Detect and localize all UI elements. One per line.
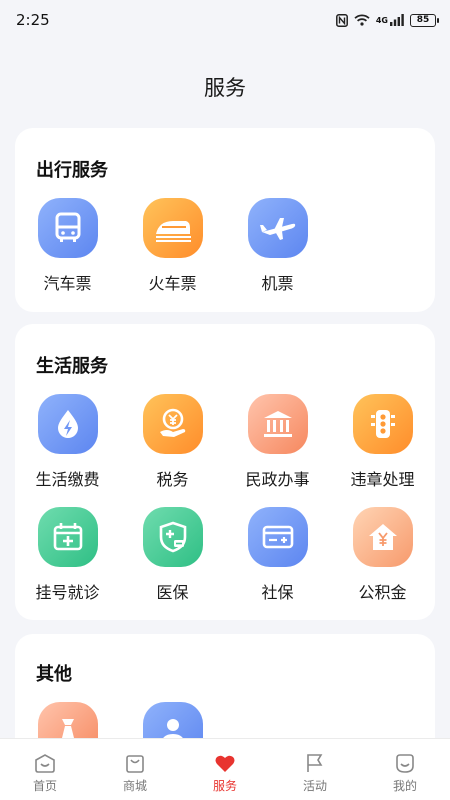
service-social-security[interactable]: 社保 bbox=[225, 507, 330, 603]
tab-mall[interactable]: 商城 bbox=[90, 739, 180, 800]
water-bolt-icon bbox=[37, 394, 98, 454]
section-title-other: 其他 bbox=[36, 664, 72, 685]
shopping-bag-icon bbox=[126, 755, 144, 773]
battery-icon: 85 bbox=[410, 13, 439, 27]
tab-services[interactable]: 服务 bbox=[180, 739, 270, 800]
government-building-icon bbox=[247, 394, 308, 454]
service-civil-affairs[interactable]: 民政办事 bbox=[225, 394, 330, 490]
tab-label: 商城 bbox=[122, 779, 147, 793]
tab-profile[interactable]: 我的 bbox=[360, 739, 450, 800]
tab-label: 服务 bbox=[212, 779, 237, 793]
battery-level: 85 bbox=[416, 15, 430, 25]
heart-icon bbox=[215, 755, 235, 772]
service-hospital-registration[interactable]: 挂号就诊 bbox=[15, 507, 120, 603]
flag-icon bbox=[307, 754, 323, 772]
tab-activities[interactable]: 活动 bbox=[270, 739, 360, 800]
service-train-ticket[interactable]: 火车票 bbox=[120, 198, 225, 294]
service-housing-fund[interactable]: 公积金 bbox=[330, 507, 435, 603]
service-label: 公积金 bbox=[358, 583, 407, 602]
tab-label: 活动 bbox=[302, 779, 327, 793]
service-label: 火车票 bbox=[148, 274, 197, 293]
service-label: 挂号就诊 bbox=[35, 583, 100, 602]
bus-icon bbox=[37, 198, 98, 258]
bottom-tab-bar: 首页 商城 服务 活动 我的 bbox=[0, 738, 450, 800]
service-flight-ticket[interactable]: 机票 bbox=[225, 198, 330, 294]
wifi-icon bbox=[354, 14, 370, 26]
yuan-hand-icon bbox=[142, 394, 203, 454]
travel-services-card: 出行服务 汽车票 火车票 机票 bbox=[15, 128, 435, 312]
service-bus-ticket[interactable]: 汽车票 bbox=[15, 198, 120, 294]
service-label: 税务 bbox=[156, 470, 189, 489]
airplane-icon bbox=[247, 198, 308, 258]
train-icon bbox=[142, 198, 203, 258]
traffic-light-icon bbox=[352, 394, 413, 454]
status-icons: 4G 85 bbox=[335, 13, 439, 27]
service-label: 汽车票 bbox=[43, 274, 92, 293]
service-label: 民政办事 bbox=[245, 470, 310, 489]
network-label: 4G bbox=[375, 15, 388, 25]
service-traffic-violation[interactable]: 违章处理 bbox=[330, 394, 435, 490]
section-title-life: 生活服务 bbox=[36, 356, 108, 377]
social-security-card-icon bbox=[247, 507, 308, 567]
signal-icon bbox=[390, 14, 404, 26]
home-icon bbox=[35, 754, 55, 773]
status-time: 2:25 bbox=[16, 11, 50, 29]
section-title-travel: 出行服务 bbox=[36, 160, 108, 181]
service-medical-insurance[interactable]: 医保 bbox=[120, 507, 225, 603]
tab-label: 首页 bbox=[32, 779, 57, 793]
page-title: 服务 bbox=[204, 76, 246, 100]
nfc-icon bbox=[335, 13, 348, 27]
smiley-icon bbox=[396, 754, 414, 773]
service-label: 违章处理 bbox=[350, 470, 415, 489]
tab-label: 我的 bbox=[392, 779, 417, 793]
service-label: 社保 bbox=[261, 583, 294, 602]
service-utility-payment[interactable]: 生活缴费 bbox=[15, 394, 120, 490]
service-label: 医保 bbox=[156, 583, 189, 602]
tab-home[interactable]: 首页 bbox=[0, 739, 90, 800]
status-bar: 2:25 4G 85 bbox=[0, 0, 450, 40]
service-label: 机票 bbox=[261, 274, 294, 293]
life-services-card: 生活服务 生活缴费 税务 民政办事 违章处理 挂号就诊 医保 社保 公积金 bbox=[15, 324, 435, 620]
medical-calendar-icon bbox=[37, 507, 98, 567]
medical-shield-icon bbox=[142, 507, 203, 567]
service-label: 生活缴费 bbox=[35, 470, 100, 489]
service-tax[interactable]: 税务 bbox=[120, 394, 225, 490]
yuan-house-icon bbox=[352, 507, 413, 567]
